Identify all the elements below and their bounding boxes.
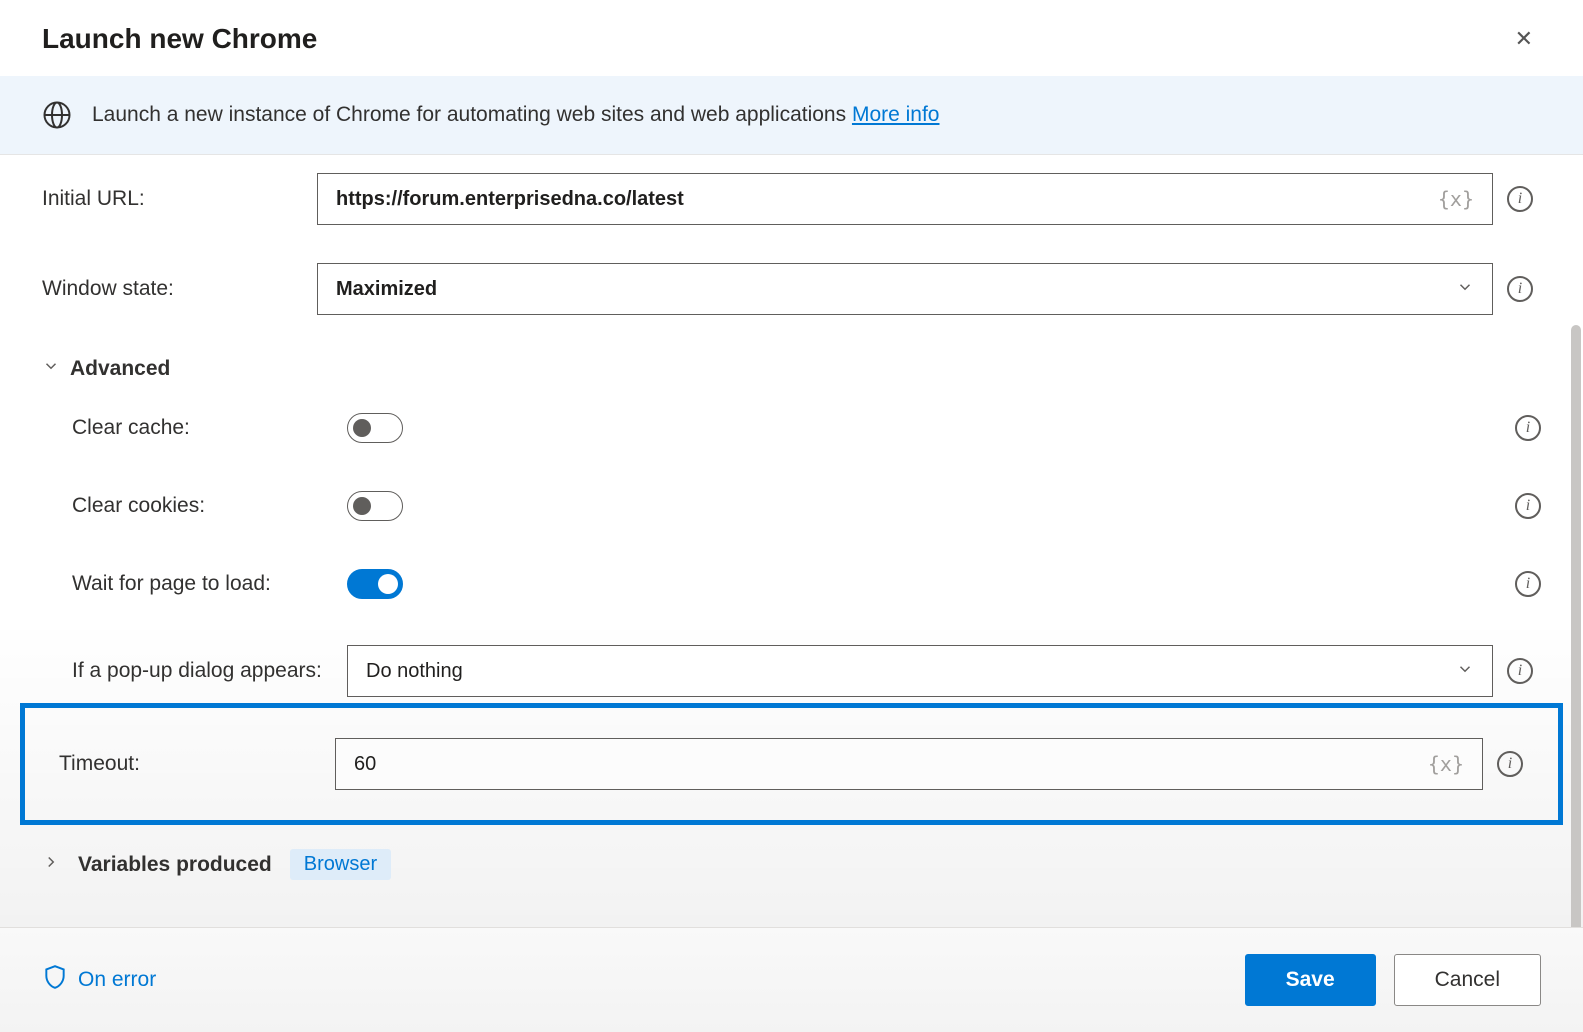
info-icon[interactable]: i — [1507, 276, 1533, 302]
select-popup[interactable]: Do nothing — [347, 645, 1493, 697]
info-icon[interactable]: i — [1497, 751, 1523, 777]
toggle-wait-for-load[interactable] — [347, 569, 403, 599]
info-banner: Launch a new instance of Chrome for auto… — [0, 76, 1583, 155]
label-timeout: Timeout: — [47, 752, 335, 776]
title-bar: Launch new Chrome ✕ — [0, 0, 1583, 76]
label-window-state: Window state: — [42, 277, 317, 301]
banner-message: Launch a new instance of Chrome for auto… — [92, 103, 852, 126]
label-wait-for-load: Wait for page to load: — [42, 572, 347, 596]
row-wait-for-load: Wait for page to load: i — [0, 569, 1583, 599]
info-icon[interactable]: i — [1515, 415, 1541, 441]
variable-picker-icon[interactable]: {x} — [1438, 187, 1474, 211]
shield-icon — [42, 964, 68, 996]
info-icon[interactable]: i — [1515, 493, 1541, 519]
more-info-link[interactable]: More info — [852, 103, 940, 126]
on-error-label: On error — [78, 968, 156, 992]
input-initial-url[interactable]: https://forum.enterprisedna.co/latest {x… — [317, 173, 1493, 225]
dialog-footer: On error Save Cancel — [0, 927, 1583, 1032]
row-popup: If a pop-up dialog appears: Do nothing i — [0, 645, 1583, 697]
row-clear-cookies: Clear cookies: i — [0, 491, 1583, 521]
variables-produced-toggle[interactable]: Variables produced Browser — [0, 825, 1583, 880]
scrollbar[interactable] — [1571, 325, 1581, 927]
label-clear-cache: Clear cache: — [42, 416, 347, 440]
toggle-clear-cache[interactable] — [347, 413, 403, 443]
advanced-section-toggle[interactable]: Advanced — [0, 357, 1583, 381]
on-error-link[interactable]: On error — [42, 964, 156, 996]
row-clear-cache: Clear cache: i — [0, 413, 1583, 443]
value-initial-url: https://forum.enterprisedna.co/latest — [336, 188, 684, 211]
chevron-down-icon — [42, 357, 60, 381]
form-area: Initial URL: https://forum.enterprisedna… — [0, 155, 1583, 927]
chevron-right-icon — [42, 853, 60, 877]
save-button[interactable]: Save — [1245, 954, 1376, 1006]
dialog-title: Launch new Chrome — [42, 23, 317, 55]
label-clear-cookies: Clear cookies: — [42, 494, 347, 518]
cancel-label: Cancel — [1435, 968, 1500, 992]
value-popup: Do nothing — [366, 660, 463, 683]
select-window-state[interactable]: Maximized — [317, 263, 1493, 315]
banner-text: Launch a new instance of Chrome for auto… — [92, 103, 940, 127]
variable-chip-browser[interactable]: Browser — [290, 849, 391, 880]
value-window-state: Maximized — [336, 278, 437, 301]
row-window-state: Window state: Maximized i — [0, 263, 1583, 315]
label-popup: If a pop-up dialog appears: — [42, 659, 347, 683]
row-initial-url: Initial URL: https://forum.enterprisedna… — [0, 173, 1583, 225]
cancel-button[interactable]: Cancel — [1394, 954, 1541, 1006]
info-icon[interactable]: i — [1515, 571, 1541, 597]
info-icon[interactable]: i — [1507, 186, 1533, 212]
chevron-down-icon — [1456, 660, 1474, 683]
value-timeout: 60 — [354, 753, 376, 776]
variables-label: Variables produced — [78, 853, 272, 877]
variable-picker-icon[interactable]: {x} — [1428, 752, 1464, 776]
input-timeout[interactable]: 60 {x} — [335, 738, 1483, 790]
save-label: Save — [1286, 968, 1335, 992]
row-timeout-highlight: Timeout: 60 {x} i — [20, 703, 1563, 825]
chevron-down-icon — [1456, 278, 1474, 301]
toggle-clear-cookies[interactable] — [347, 491, 403, 521]
info-icon[interactable]: i — [1507, 658, 1533, 684]
globe-icon — [42, 100, 72, 130]
close-icon[interactable]: ✕ — [1507, 20, 1541, 58]
label-initial-url: Initial URL: — [42, 187, 317, 211]
advanced-label: Advanced — [70, 357, 170, 381]
